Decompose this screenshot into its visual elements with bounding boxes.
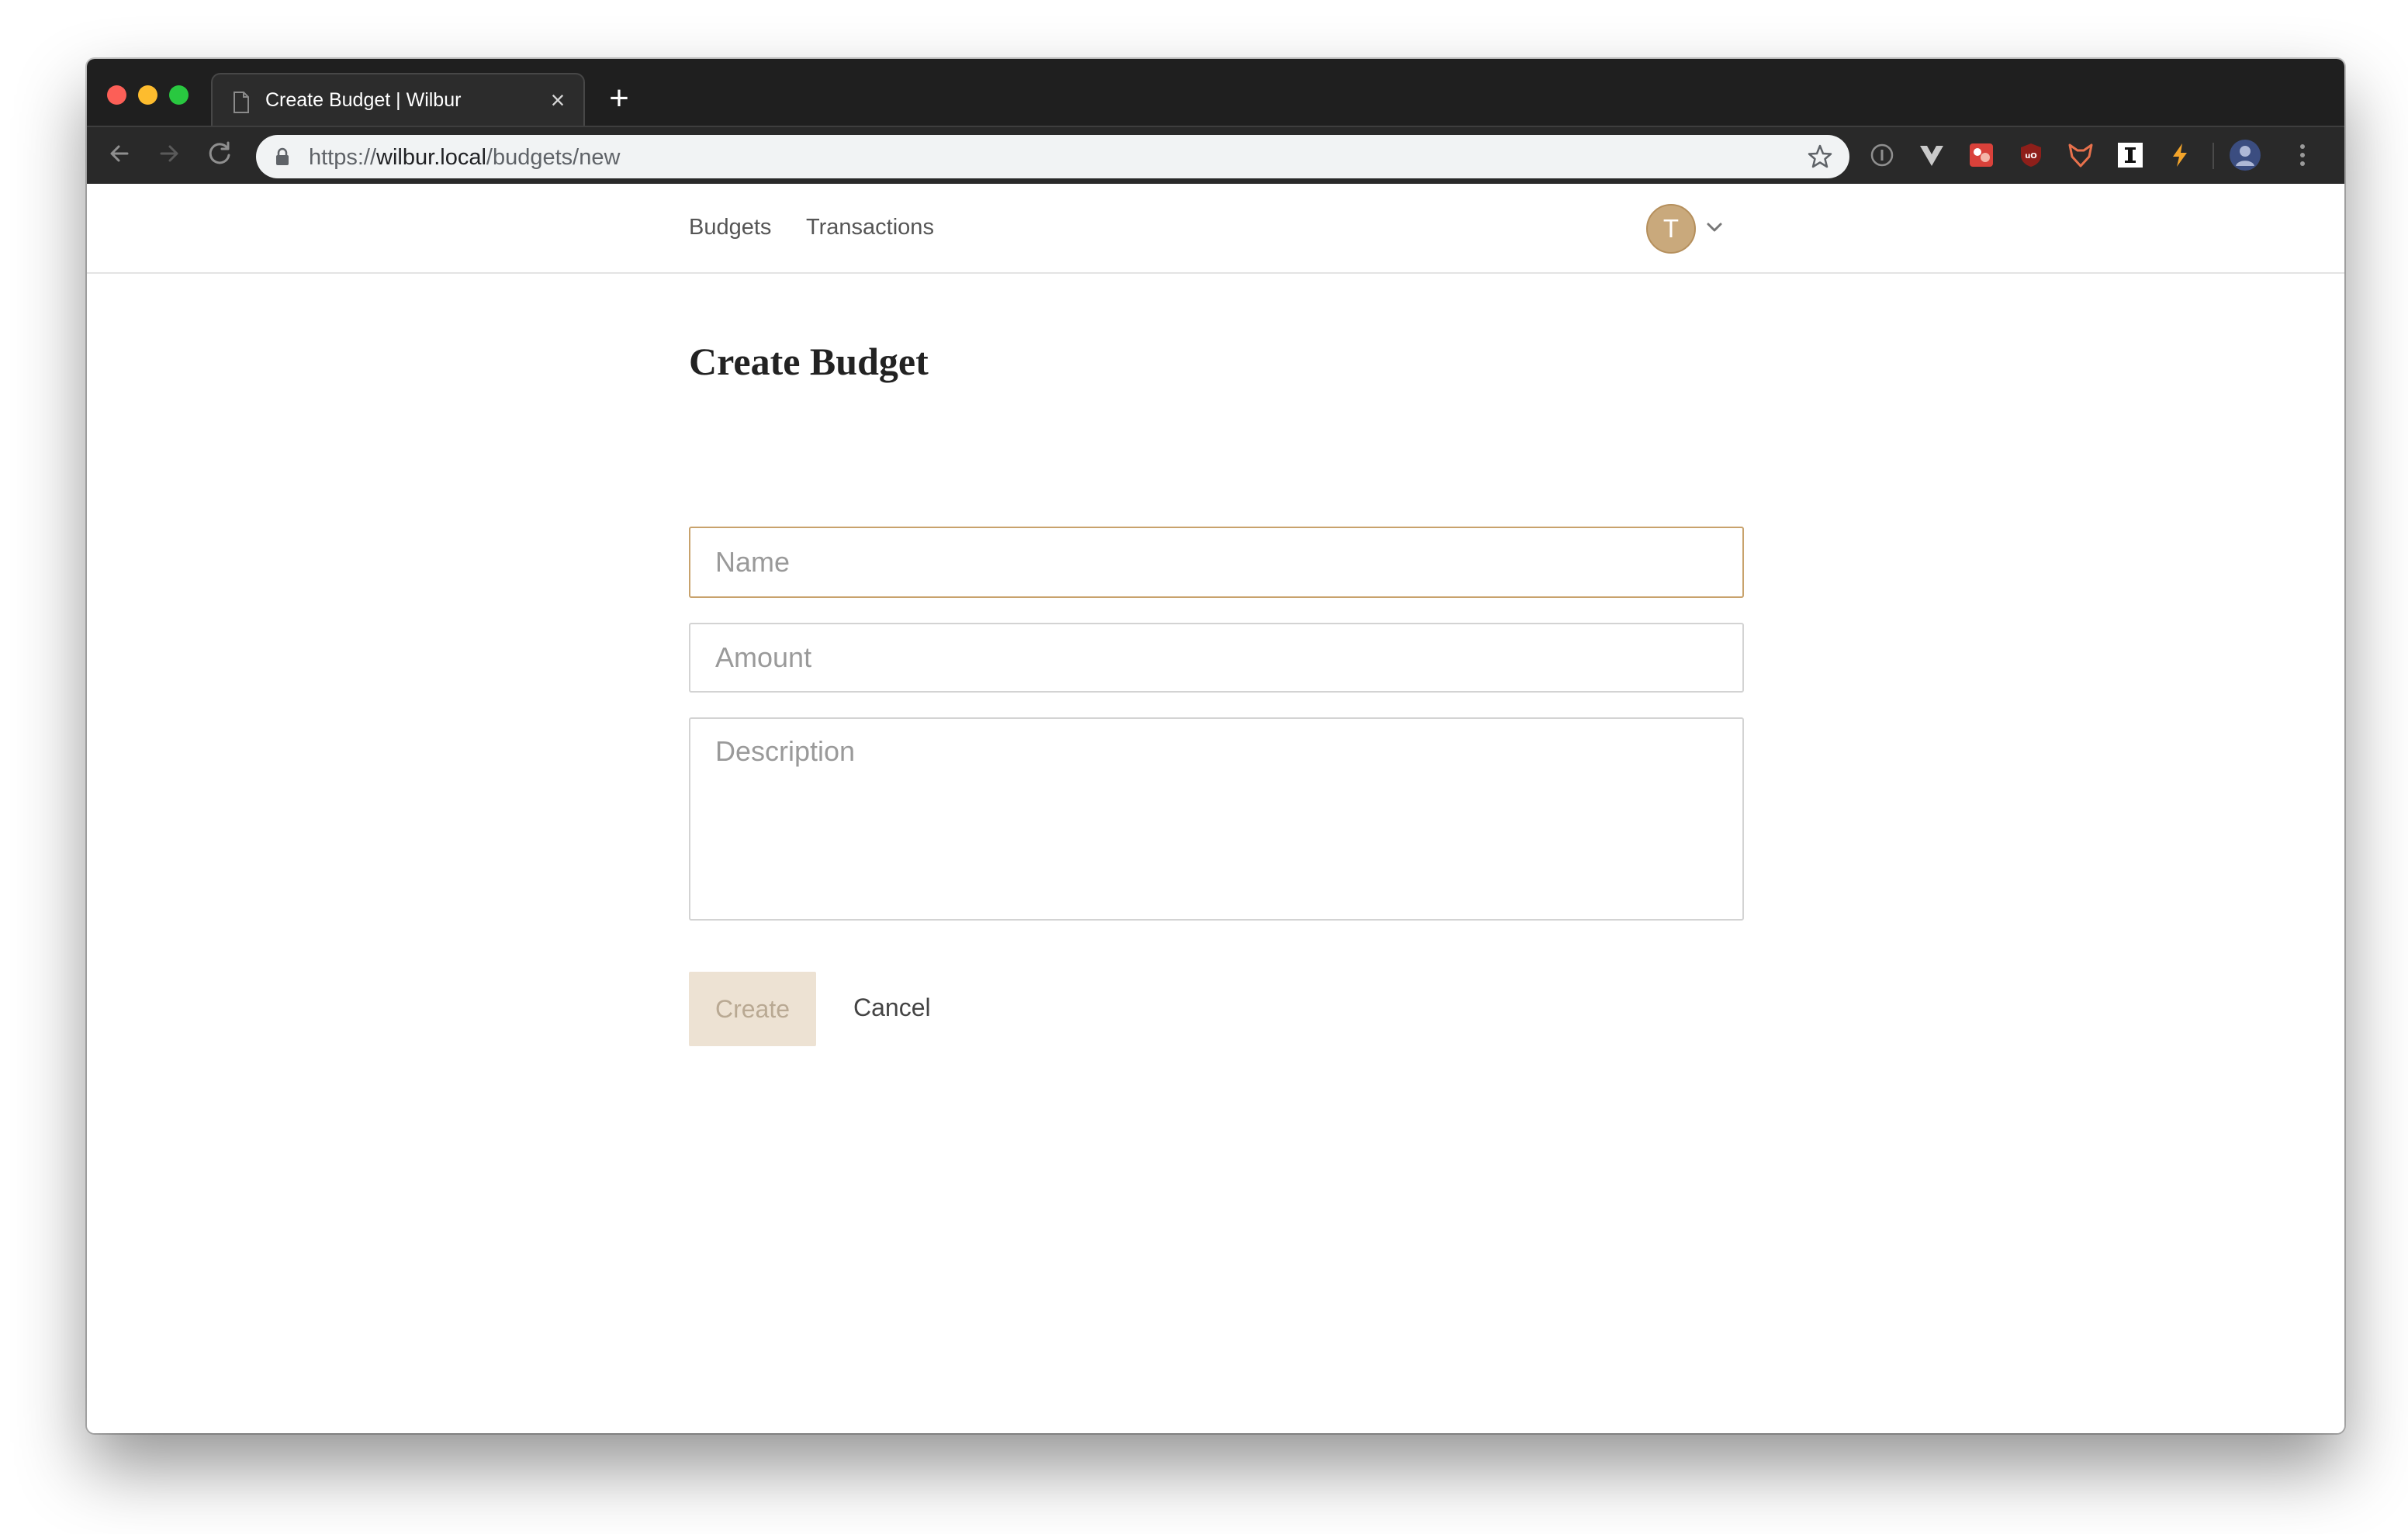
- instapaper-icon[interactable]: [2116, 141, 2144, 169]
- nav-link-transactions[interactable]: Transactions: [806, 215, 934, 240]
- browser-tab[interactable]: Create Budget | Wilbur ×: [211, 73, 585, 126]
- info-icon[interactable]: [1868, 141, 1896, 169]
- page-title: Create Budget: [689, 340, 929, 383]
- browser-window: Create Budget | Wilbur × + https://wilbu…: [87, 59, 2344, 1433]
- reload-icon[interactable]: [205, 138, 236, 169]
- description-textarea[interactable]: [689, 717, 1744, 921]
- svg-text:uO: uO: [2025, 152, 2037, 161]
- forward-arrow-icon[interactable]: [154, 138, 185, 169]
- ublock-origin-icon[interactable]: uO: [2017, 141, 2045, 169]
- browser-toolbar: https://wilbur.local/budgets/new uO: [87, 126, 2344, 184]
- new-tab-button[interactable]: +: [602, 81, 636, 116]
- tab-title: Create Budget | Wilbur: [265, 89, 462, 111]
- name-input[interactable]: [689, 527, 1744, 598]
- amount-input[interactable]: [689, 623, 1744, 693]
- vue-devtools-icon[interactable]: [1918, 141, 1946, 169]
- document-icon: [234, 92, 249, 113]
- lock-icon: [276, 147, 289, 165]
- toolbar-divider: [2213, 143, 2214, 169]
- cancel-link[interactable]: Cancel: [853, 993, 931, 1022]
- window-zoom-button[interactable]: [169, 85, 189, 105]
- window-minimize-button[interactable]: [138, 85, 157, 105]
- browser-menu-icon[interactable]: [2295, 138, 2310, 172]
- back-arrow-icon[interactable]: [104, 138, 135, 169]
- browser-titlebar: Create Budget | Wilbur × +: [87, 59, 2344, 126]
- create-button[interactable]: Create: [689, 972, 816, 1046]
- address-bar[interactable]: https://wilbur.local/budgets/new: [256, 135, 1849, 178]
- url-path: /budgets/new: [486, 145, 621, 170]
- lightning-icon[interactable]: [2166, 141, 2194, 169]
- nav-link-budgets[interactable]: Budgets: [689, 215, 771, 240]
- app-navbar: Budgets Transactions T: [87, 184, 2344, 274]
- red-extension-icon[interactable]: [1967, 141, 1995, 169]
- bookmark-star-icon[interactable]: [1806, 143, 1834, 171]
- fox-extension-icon[interactable]: [2067, 141, 2095, 169]
- page-viewport: Budgets Transactions T Create Budget Cre…: [87, 184, 2344, 1433]
- address-url: https://wilbur.local/budgets/new: [309, 145, 620, 171]
- tab-close-icon[interactable]: ×: [545, 87, 571, 113]
- user-avatar[interactable]: T: [1646, 204, 1696, 254]
- url-scheme: https://: [309, 145, 377, 170]
- chevron-down-icon[interactable]: [1706, 221, 1723, 233]
- url-host: wilbur.local: [376, 145, 486, 170]
- window-close-button[interactable]: [107, 85, 126, 105]
- desktop: Create Budget | Wilbur × + https://wilbu…: [0, 0, 2408, 1534]
- profile-avatar-icon[interactable]: [2228, 138, 2262, 172]
